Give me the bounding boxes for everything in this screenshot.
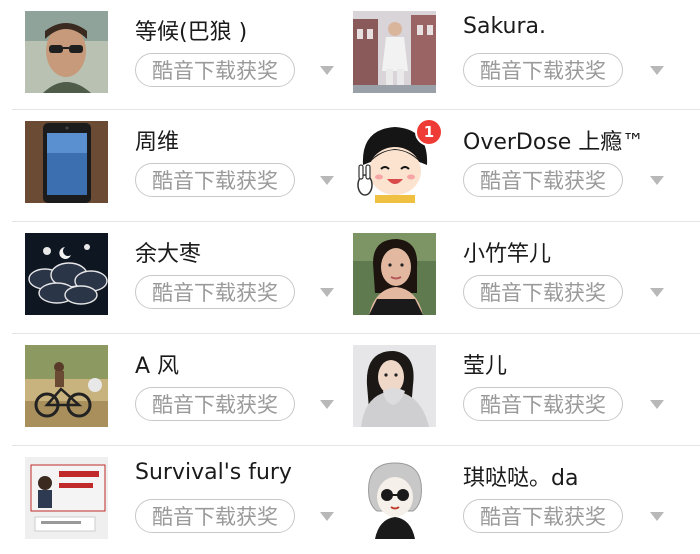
user-item[interactable]: A 风 酷音下载获奖	[0, 334, 338, 446]
user-item[interactable]: Sakura. 酷音下载获奖	[338, 0, 700, 110]
avatar[interactable]	[25, 233, 108, 315]
user-item[interactable]: 余大枣 酷音下载获奖	[0, 222, 338, 334]
avatar[interactable]	[353, 11, 436, 93]
user-item[interactable]: Survival's fury 酷音下载获奖	[0, 446, 338, 554]
man-sunglasses-photo-icon	[25, 11, 108, 93]
chevron-down-icon[interactable]	[320, 288, 334, 297]
avatar[interactable]: 1	[353, 118, 443, 203]
user-name[interactable]: A 风	[135, 348, 179, 380]
chevron-down-icon[interactable]	[320, 512, 334, 521]
user-name[interactable]: 小竹竿儿	[463, 236, 551, 268]
user-item[interactable]: 1 OverDose 上瘾™ 酷音下载获奖	[338, 110, 700, 222]
user-name[interactable]: Sakura.	[463, 14, 546, 39]
avatar[interactable]	[25, 11, 108, 93]
avatar[interactable]	[25, 345, 108, 427]
phone-photo-icon	[25, 121, 108, 203]
user-item[interactable]: 莹儿 酷音下载获奖	[338, 334, 700, 446]
user-name[interactable]: Survival's fury	[135, 460, 292, 485]
avatar[interactable]	[353, 457, 436, 539]
ringtone-tag-button[interactable]: 酷音下载获奖	[135, 163, 295, 197]
notification-badge: 1	[415, 118, 443, 146]
user-item[interactable]: 周维 酷音下载获奖	[0, 110, 338, 222]
chevron-down-icon[interactable]	[650, 66, 664, 75]
ringtone-tag-button[interactable]: 酷音下载获奖	[463, 53, 623, 87]
woman-portrait-photo-icon	[353, 233, 436, 315]
sketch-girl-illustration-icon	[353, 457, 436, 539]
chevron-down-icon[interactable]	[320, 176, 334, 185]
user-name[interactable]: OverDose 上瘾™	[463, 124, 644, 156]
user-item[interactable]: 琪哒哒。da 酷音下载获奖	[338, 446, 700, 554]
woman-street-photo-icon	[353, 11, 436, 93]
user-name[interactable]: 余大枣	[135, 236, 201, 268]
ringtone-tag-button[interactable]: 酷音下载获奖	[463, 163, 623, 197]
user-name[interactable]: 琪哒哒。da	[463, 460, 578, 492]
chevron-down-icon[interactable]	[320, 400, 334, 409]
avatar[interactable]	[25, 457, 108, 539]
avatar[interactable]	[353, 233, 436, 315]
chevron-down-icon[interactable]	[650, 176, 664, 185]
chevron-down-icon[interactable]	[650, 512, 664, 521]
bicycle-photo-icon	[25, 345, 108, 427]
ringtone-tag-button[interactable]: 酷音下载获奖	[135, 387, 295, 421]
chevron-down-icon[interactable]	[650, 288, 664, 297]
man-sign-photo-icon	[25, 457, 108, 539]
ringtone-tag-button[interactable]: 酷音下载获奖	[135, 499, 295, 533]
user-name[interactable]: 周维	[135, 124, 179, 156]
chevron-down-icon[interactable]	[650, 400, 664, 409]
ringtone-tag-button[interactable]: 酷音下载获奖	[463, 387, 623, 421]
user-item[interactable]: 小竹竿儿 酷音下载获奖	[338, 222, 700, 334]
avatar[interactable]	[353, 345, 436, 427]
chevron-down-icon[interactable]	[320, 66, 334, 75]
user-name[interactable]: 莹儿	[463, 348, 507, 380]
user-item[interactable]: 等候(巴狼 ) 酷音下载获奖	[0, 0, 338, 110]
ringtone-tag-button[interactable]: 酷音下载获奖	[463, 275, 623, 309]
user-name[interactable]: 等候(巴狼 )	[135, 14, 247, 46]
avatar[interactable]	[25, 121, 108, 203]
user-grid: 等候(巴狼 ) 酷音下载获奖 Sakura. 酷音下载获奖 周维 酷音下载获奖 …	[0, 0, 700, 554]
night-moon-illustration-icon	[25, 233, 108, 315]
ringtone-tag-button[interactable]: 酷音下载获奖	[135, 275, 295, 309]
ringtone-tag-button[interactable]: 酷音下载获奖	[463, 499, 623, 533]
woman-sweater-photo-icon	[353, 345, 436, 427]
ringtone-tag-button[interactable]: 酷音下载获奖	[135, 53, 295, 87]
